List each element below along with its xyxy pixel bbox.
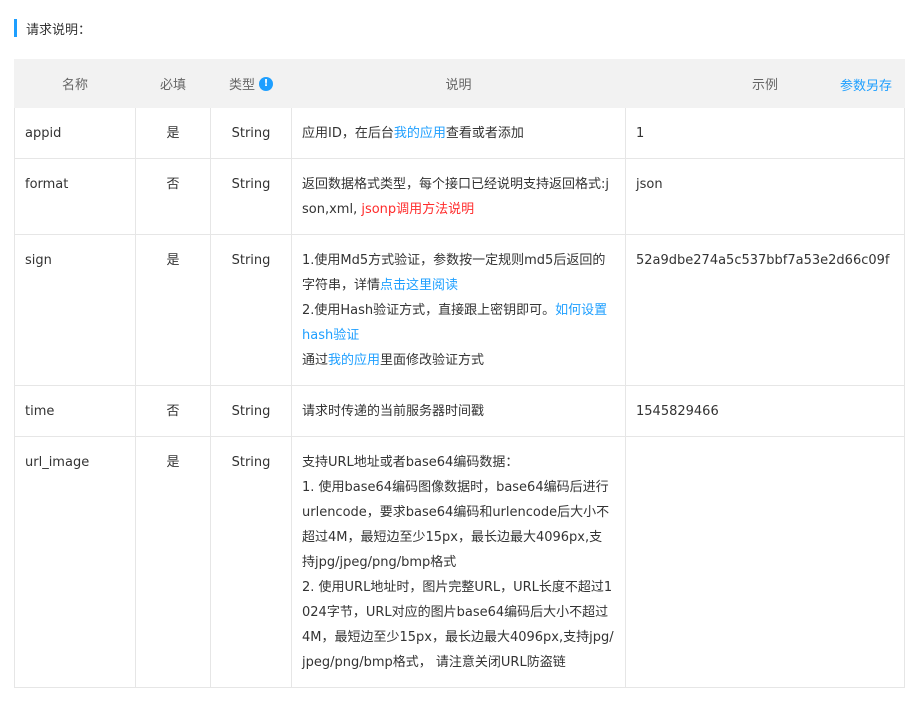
cell-example xyxy=(625,436,905,688)
desc-text: 通过 xyxy=(302,353,329,368)
desc-line: 支持URL地址或者base64编码数据： xyxy=(302,455,519,470)
save-params-link[interactable]: 参数另存 xyxy=(840,75,892,94)
cell-type: String xyxy=(210,385,292,437)
cell-example: 1 xyxy=(625,107,905,159)
header-type-label: 类型 xyxy=(228,78,255,93)
cell-required: 是 xyxy=(135,234,211,386)
cell-desc: 支持URL地址或者base64编码数据： 1. 使用base64编码图像数据时，b… xyxy=(291,436,626,688)
jsonp-doc-link[interactable]: jsonp调用方法说明 xyxy=(361,202,474,217)
table-row: format 否 String 返回数据格式类型，每个接口已经说明支持返回格式:… xyxy=(14,158,905,235)
cell-desc: 返回数据格式类型，每个接口已经说明支持返回格式:json,xml, jsonp调… xyxy=(291,158,626,235)
cell-required: 是 xyxy=(135,107,211,159)
desc-text: 里面修改验证方式 xyxy=(380,353,485,368)
desc-text: 查看或者添加 xyxy=(445,126,524,141)
cell-name: appid xyxy=(14,107,136,159)
cell-name: sign xyxy=(14,234,136,386)
my-apps-link[interactable]: 我的应用 xyxy=(394,126,446,141)
cell-name: time xyxy=(14,385,136,437)
cell-type: String xyxy=(210,234,292,386)
desc-line: 2. 使用URL地址时，图片完整URL，URL长度不超过1024字节，URL对应… xyxy=(302,580,614,670)
info-icon[interactable]: ! xyxy=(259,77,273,91)
cell-example: json xyxy=(625,158,905,235)
header-type: 类型! xyxy=(210,59,292,108)
table-row: appid 是 String 应用ID，在后台我的应用查看或者添加 1 xyxy=(14,107,905,159)
cell-example: 52a9dbe274a5c537bbf7a53e2d66c09f xyxy=(625,234,905,386)
desc-line: 1. 使用base64编码图像数据时，base64编码后进行urlencode，… xyxy=(302,480,610,570)
header-example: 示例 参数另存 xyxy=(625,59,905,108)
cell-required: 否 xyxy=(135,158,211,235)
cell-example: 1545829466 xyxy=(625,385,905,437)
desc-line: 1.使用Md5方式验证，参数按一定规则md5后返回的字符串，详情点击这里阅读 xyxy=(302,248,615,298)
section-title: 请求说明： xyxy=(14,19,92,38)
table-row: url_image 是 String 支持URL地址或者base64编码数据： 1… xyxy=(14,436,905,688)
desc-text: 应用ID，在后台 xyxy=(302,126,394,141)
cell-desc: 请求时传递的当前服务器时间戳 xyxy=(291,385,626,437)
cell-required: 否 xyxy=(135,385,211,437)
cell-name: format xyxy=(14,158,136,235)
section-title-text: 请求说明： xyxy=(26,22,92,38)
section-title-bar xyxy=(14,19,17,37)
desc-text: 2.使用Hash验证方式，直接跟上密钥即可。 xyxy=(302,303,556,318)
header-example-label: 示例 xyxy=(751,78,778,93)
read-here-link[interactable]: 点击这里阅读 xyxy=(380,278,458,293)
cell-name: url_image xyxy=(14,436,136,688)
table-row: sign 是 String 1.使用Md5方式验证，参数按一定规则md5后返回的… xyxy=(14,234,905,386)
header-desc: 说明 xyxy=(291,59,626,108)
cell-type: String xyxy=(210,436,292,688)
cell-type: String xyxy=(210,158,292,235)
my-apps-link[interactable]: 我的应用 xyxy=(328,353,380,368)
params-table: 名称 必填 类型! 说明 示例 参数另存 appid 是 String 应用ID… xyxy=(14,59,905,688)
header-name: 名称 xyxy=(14,59,136,108)
header-required: 必填 xyxy=(135,59,211,108)
cell-type: String xyxy=(210,107,292,159)
cell-required: 是 xyxy=(135,436,211,688)
table-row: time 否 String 请求时传递的当前服务器时间戳 1545829466 xyxy=(14,385,905,437)
desc-line: 2.使用Hash验证方式，直接跟上密钥即可。如何设置hash验证 xyxy=(302,298,615,348)
cell-desc: 1.使用Md5方式验证，参数按一定规则md5后返回的字符串，详情点击这里阅读 2.… xyxy=(291,234,626,386)
desc-line: 通过我的应用里面修改验证方式 xyxy=(302,348,615,373)
cell-desc: 应用ID，在后台我的应用查看或者添加 xyxy=(291,107,626,159)
table-header-row: 名称 必填 类型! 说明 示例 参数另存 xyxy=(14,59,905,108)
